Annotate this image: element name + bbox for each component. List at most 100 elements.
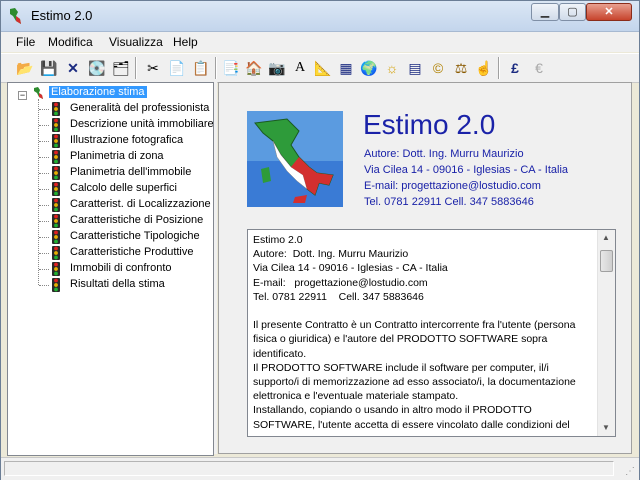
tree-item-label: Caratteristiche Tipologiche (70, 230, 200, 242)
menu-visualizza[interactable]: Visualizza (109, 35, 163, 49)
main-window: Estimo 2.0 ▁ ▢ ✕ File Modifica Visualizz… (0, 0, 640, 480)
scroll-down-icon[interactable]: ▼ (601, 423, 611, 433)
license-textbox[interactable]: Estimo 2.0 Autore: Dott. Ing. Murru Maur… (247, 229, 616, 437)
grid-icon[interactable]: ▤ (405, 58, 425, 78)
toolbar-separator (135, 57, 137, 79)
tree-item-label: Planimetria di zona (70, 150, 164, 162)
tree-item[interactable]: Planimetria dell'immobile (8, 165, 208, 181)
tree-connector (39, 125, 49, 126)
address-text: Via Cilea 14 - 09016 - Iglesias - CA - I… (364, 164, 569, 176)
tree-connector (39, 141, 49, 142)
tree-item[interactable]: Caratteristiche Tipologiche (8, 229, 208, 245)
menu-help[interactable]: Help (173, 35, 198, 49)
traffic-light-icon (52, 150, 60, 164)
toolbar: 📂 💾 ✕ 💽 🗂 ✂ 📄 📋 📑 🏠 📷 A 📐 ▦ 🌍 ☼ ▤ © ⚖ ☝ … (1, 53, 639, 83)
menu-modifica[interactable]: Modifica (48, 35, 93, 49)
tree-view[interactable]: − Elaborazione stima Generalità del prof… (7, 82, 214, 456)
author-text: Autore: Dott. Ing. Murru Maurizio (364, 148, 524, 160)
status-bar: ⋰ (1, 457, 639, 480)
traffic-light-icon (52, 166, 60, 180)
tree-item[interactable]: Risultati della stima (8, 277, 208, 293)
traffic-light-icon (52, 278, 60, 292)
menu-file[interactable]: File (16, 35, 35, 49)
tree-connector (39, 109, 49, 110)
tree-item[interactable]: Caratteristiche di Posizione (8, 213, 208, 229)
camera-icon[interactable]: 📷 (267, 58, 287, 78)
toolbar-separator (498, 57, 500, 79)
toolbar-separator (215, 57, 217, 79)
report-icon[interactable]: 📑 (221, 58, 241, 78)
splitter[interactable] (214, 82, 217, 454)
open-folder-icon[interactable]: 📂 (15, 58, 35, 78)
status-field (4, 461, 614, 476)
tree-item-label: Caratteristiche di Posizione (70, 214, 204, 226)
tree-item[interactable]: Descrizione unità immobiliare (8, 117, 213, 133)
coins-icon[interactable]: © (428, 58, 448, 78)
tree-connector (39, 285, 49, 286)
collapse-icon[interactable]: − (18, 91, 27, 100)
copy-icon[interactable]: 📄 (167, 58, 187, 78)
pound-icon[interactable]: £ (505, 58, 525, 78)
tree-item-label: Caratteristiche Produttive (70, 246, 194, 258)
tree-item-label: Risultati della stima (70, 278, 165, 290)
traffic-light-icon (52, 230, 60, 244)
traffic-light-icon (52, 214, 60, 228)
phone-text: Tel. 0781 22911 Cell. 347 5883646 (364, 196, 534, 208)
tree-item[interactable]: Planimetria di zona (8, 149, 208, 165)
resize-grip-icon[interactable]: ⋰ (625, 466, 637, 478)
copy-db-icon[interactable]: 💽 (87, 58, 107, 78)
house-icon[interactable]: 🏠 (244, 58, 264, 78)
save-icon[interactable]: 💾 (39, 58, 59, 78)
tree-connector (39, 237, 49, 238)
export-icon[interactable]: 🗂 (111, 58, 131, 78)
traffic-light-icon (52, 198, 60, 212)
tree-item-label: Calcolo delle superfici (70, 182, 177, 194)
maximize-button[interactable]: ▢ (559, 3, 586, 21)
license-scrollbar[interactable]: ▲ ▼ (597, 230, 615, 436)
tree-item-label: Generalità del professionista (70, 102, 210, 114)
scroll-thumb[interactable] (600, 250, 613, 272)
traffic-light-icon (52, 102, 60, 116)
license-text: Estimo 2.0 Autore: Dott. Ing. Murru Maur… (253, 234, 576, 431)
euro-icon[interactable]: € (529, 58, 549, 78)
tree-item-label: Immobili di confronto (70, 262, 172, 274)
tree-connector (39, 205, 49, 206)
email-text: E-mail: progettazione@lostudio.com (364, 180, 541, 192)
tree-connector (39, 253, 49, 254)
tree-root[interactable]: − Elaborazione stima (8, 85, 208, 101)
compass-icon[interactable]: A (290, 58, 310, 78)
tree-item[interactable]: Illustrazione fotografica (8, 133, 208, 149)
globe-icon[interactable]: 🌍 (359, 58, 379, 78)
tree-item[interactable]: Calcolo delle superfici (8, 181, 208, 197)
tree-item-label: Caratterist. di Localizzazione (70, 198, 211, 210)
tree-item-label: Illustrazione fotografica (70, 134, 184, 146)
scale-icon[interactable]: ⚖ (451, 58, 471, 78)
paste-icon[interactable]: 📋 (191, 58, 211, 78)
tree-item[interactable]: Caratteristiche Produttive (8, 245, 208, 261)
tree-connector (39, 173, 49, 174)
chart-icon[interactable]: 📐 (313, 58, 333, 78)
italy-map-logo (247, 111, 343, 207)
hand-icon[interactable]: ☝ (474, 58, 494, 78)
window-title: Estimo 2.0 (31, 8, 93, 23)
sun-icon[interactable]: ☼ (382, 58, 402, 78)
close-button[interactable]: ✕ (586, 3, 632, 21)
tree-root-label[interactable]: Elaborazione stima (49, 86, 147, 98)
tree-connector (39, 269, 49, 270)
title-bar[interactable]: Estimo 2.0 ▁ ▢ ✕ (1, 1, 639, 32)
delete-icon[interactable]: ✕ (63, 58, 83, 78)
scroll-up-icon[interactable]: ▲ (601, 233, 611, 243)
tree-item[interactable]: Caratterist. di Localizzazione (8, 197, 211, 213)
tree-item-label: Descrizione unità immobiliare (70, 118, 214, 130)
traffic-light-icon (52, 262, 60, 276)
tree-item[interactable]: Generalità del professionista (8, 101, 210, 117)
traffic-light-icon (52, 118, 60, 132)
calculator-icon[interactable]: ▦ (336, 58, 356, 78)
app-name-heading: Estimo 2.0 (363, 109, 496, 140)
root-node-icon (34, 87, 43, 99)
tree-connector (39, 157, 49, 158)
menu-bar: File Modifica Visualizza Help (1, 32, 639, 52)
cut-icon[interactable]: ✂ (143, 58, 163, 78)
minimize-button[interactable]: ▁ (531, 3, 559, 21)
tree-item[interactable]: Immobili di confronto (8, 261, 208, 277)
